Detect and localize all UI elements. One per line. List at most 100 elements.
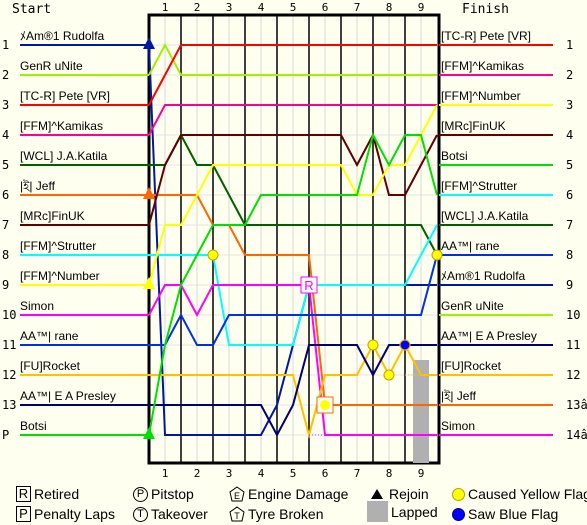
legend-label: Takeover	[151, 506, 208, 522]
finish-position-number: 6	[566, 188, 573, 202]
blue-flag-icon	[452, 507, 465, 521]
finish-position-number: 11	[566, 338, 580, 352]
start-position-number: P	[2, 428, 9, 442]
finish-driver-name: AA™| E A Presley	[441, 329, 537, 343]
finish-driver-name: [FFM]^Kamikas	[441, 59, 524, 73]
start-title: Start	[12, 2, 51, 17]
legend-label: Retired	[34, 486, 80, 502]
lap-label-top: 8	[386, 1, 393, 14]
finish-position-number: 10	[566, 308, 580, 322]
lapped-icon	[367, 501, 388, 522]
lap-label-bottom: 1	[162, 467, 169, 480]
start-driver-name: Simon	[20, 299, 54, 313]
start-driver-name: AA™| rane	[20, 329, 79, 343]
finish-driver-name: Simon	[441, 419, 475, 433]
finish-driver-name: [TC-R] Pete [VR]	[441, 29, 531, 43]
start-position-number: 11	[2, 338, 16, 352]
legend-rejoin: Rejoin	[368, 486, 429, 502]
legend-label: Saw Blue Flag	[468, 506, 559, 522]
start-driver-name: Botsi	[20, 419, 47, 433]
start-driver-name: [TC-R] Pete [VR]	[20, 89, 110, 103]
start-driver-name: ﾒAm®1 Rudolfa	[20, 29, 105, 43]
svg-text:T: T	[234, 511, 240, 521]
finish-position-number: 8	[566, 248, 573, 262]
legend-blue: Saw Blue Flag	[452, 506, 558, 522]
yellow-flag-marker	[207, 249, 219, 261]
lap-label-bottom: 2	[194, 467, 201, 480]
pitstop-icon: P	[133, 486, 148, 502]
rejoin-icon	[371, 489, 383, 499]
finish-position-number: 4	[566, 128, 573, 142]
legend-lapped: Lapped	[367, 501, 438, 522]
yellow-flag-icon	[452, 487, 465, 501]
start-driver-name: [FU]Rocket	[20, 359, 81, 373]
finish-driver-name: |ই| Jeff	[441, 389, 477, 403]
yellow-flag-marker	[367, 339, 379, 351]
legend-label: Rejoin	[389, 486, 429, 502]
finish-position-number: 7	[566, 218, 573, 232]
start-position-number: 4	[2, 128, 9, 142]
start-driver-name: [MRc]FinUK	[20, 209, 85, 223]
engine-damage-icon: E	[229, 486, 245, 502]
legend-label: Penalty Laps	[34, 506, 115, 522]
takeover-icon: T	[133, 506, 148, 522]
legend-takeover: T Takeover	[133, 506, 208, 522]
start-driver-name: [FFM]^Number	[20, 269, 100, 283]
svg-text:E: E	[234, 491, 240, 501]
start-position-number: 10	[2, 308, 16, 322]
legend-penalty: P Penalty Laps	[16, 506, 115, 522]
race-position-chart: 112233445566778899 ﾒAm®1 RudolfaﾒAm®1 Ru…	[2, 1, 587, 480]
finish-driver-name: Botsi	[441, 149, 468, 163]
legend-label: Lapped	[391, 503, 438, 520]
penalty-icon: P	[16, 506, 31, 522]
start-driver-name: GenR uNite	[20, 59, 83, 73]
legend-label: Engine Damage	[248, 486, 349, 502]
finish-position-number: 2	[566, 68, 573, 82]
start-driver-name: [FFM]^Kamikas	[20, 119, 103, 133]
blue-flag-marker	[399, 339, 411, 351]
yellow-flag-marker	[431, 249, 443, 261]
start-position-number: 13	[2, 398, 16, 412]
start-position-number: 1	[2, 38, 9, 52]
start-position-number: 5	[2, 158, 9, 172]
lap-label-bottom: 8	[386, 467, 393, 480]
lap-label-top: 9	[418, 1, 425, 14]
start-position-number: 8	[2, 248, 9, 262]
start-position-number: 3	[2, 98, 9, 112]
lap-label-top: 4	[258, 1, 265, 14]
engine-yellow-dot	[320, 400, 330, 410]
lap-label-bottom: 9	[418, 467, 425, 480]
finish-position-number: 3	[566, 98, 573, 112]
start-position-number: 12	[2, 368, 16, 382]
lap-label-bottom: 3	[226, 467, 233, 480]
finish-driver-name: AA™| rane	[441, 239, 500, 253]
lap-label-top: 5	[290, 1, 297, 14]
lap-label-top: 1	[162, 1, 169, 14]
start-driver-name: |ই| Jeff	[20, 179, 56, 193]
finish-position-number: 9	[566, 278, 573, 292]
lap-label-bottom: 6	[322, 467, 329, 480]
legend-engine: E Engine Damage	[229, 486, 348, 502]
finish-title: Finish	[462, 2, 509, 17]
finish-position-number: 12	[566, 368, 580, 382]
start-driver-name: AA™| E A Presley	[20, 389, 116, 403]
lap-label-bottom: 5	[290, 467, 297, 480]
lap-label-bottom: 4	[258, 467, 265, 480]
start-position-number: 6	[2, 188, 9, 202]
finish-position-number: 5	[566, 158, 573, 172]
start-driver-name: [WCL] J.A.Katila	[20, 149, 108, 163]
finish-position-number: 14â	[566, 428, 587, 442]
legend-label: Pitstop	[151, 486, 194, 502]
finish-driver-name: [MRc]FinUK	[441, 119, 506, 133]
lap-label-top: 3	[226, 1, 233, 14]
finish-driver-name: GenR uNite	[441, 299, 504, 313]
legend-pitstop: P Pitstop	[133, 486, 194, 502]
lap-label-top: 6	[322, 1, 329, 14]
legend-yellow: Caused Yellow Flag	[452, 486, 587, 502]
legend-tyre: T Tyre Broken	[229, 506, 323, 522]
finish-driver-name: [FU]Rocket	[441, 359, 502, 373]
legend-label: Caused Yellow Flag	[468, 486, 587, 502]
finish-driver-name: [FFM]^Strutter	[441, 179, 517, 193]
retired-icon: R	[16, 486, 31, 502]
legend-label: Tyre Broken	[248, 506, 324, 522]
